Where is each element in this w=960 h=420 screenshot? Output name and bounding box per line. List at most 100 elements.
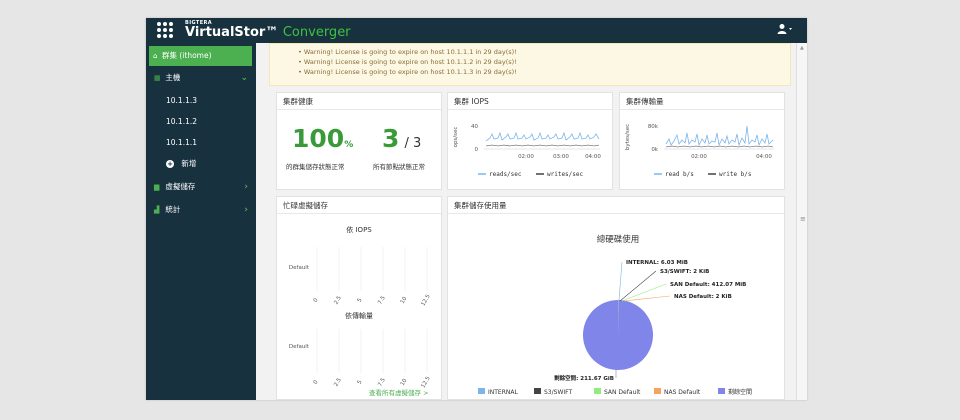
disk-usage-pie-chart: 總硬碟使用 INTERNAL: 6.03 MiB S3/SWIFT: 2 KiB S… [478, 234, 752, 396]
x-tick: 03:00 [553, 154, 569, 160]
pie-slice-4[interactable] [582, 300, 653, 370]
y-axis-label: bytes/sec [625, 124, 631, 150]
percent-value: 100 [292, 124, 345, 153]
x-tick: 02:00 [691, 154, 707, 160]
legend-label[interactable]: SAN Default [604, 389, 641, 396]
chart-title: 依傳輸量 [345, 311, 373, 320]
chart-title: 總硬碟使用 [597, 234, 640, 245]
legend-swatch[interactable] [594, 388, 601, 394]
sidebar-item-virtual-storage[interactable]: ▆ 虛擬儲存 › [146, 177, 256, 197]
home-icon: ⌂ [153, 52, 158, 60]
legend-swatch[interactable] [478, 388, 485, 394]
nodes-ok: 3 [382, 124, 400, 153]
legend-label: write b/s [719, 171, 752, 178]
view-all-storage-link[interactable]: 查看所有虛擬儲存 > [369, 387, 429, 397]
sidebar-item-host[interactable]: 10.1.1.3 [146, 91, 256, 111]
storage-usage-panel: 集群儲存使用量 總硬碟使用 INTERNAL: 6.03 MiB S3/SWIFT… [447, 196, 785, 400]
cluster-iops-panel: 集群 IOPS ops/sec 40 0 02:00 03:00 04:00 r… [447, 92, 613, 190]
sidebar-item-hosts[interactable]: ▦ 主機 ⌄ [146, 68, 256, 88]
x-tick: 7.5 [377, 295, 387, 306]
top-navbar: BIGTERA VirtualStor™ Converger [146, 18, 807, 43]
sidebar-item-label: 虛擬儲存 [165, 182, 196, 191]
chevron-down-icon: ⌄ [240, 73, 248, 83]
x-tick: 10 [400, 296, 409, 305]
sidebar-item-cluster[interactable]: ⌂ 群集 (ithome) [149, 46, 252, 66]
cluster-health-panel: 集群健康 100% 的群集儲存狀態正常 3 / 3 所有節點狀態正常 [276, 92, 442, 190]
warning-text: Warning! License is going to expire on h… [303, 68, 517, 76]
legend-swatch[interactable] [718, 388, 725, 394]
node-health-caption: 所有節點狀態正常 [373, 163, 425, 171]
legend-swatch[interactable] [654, 388, 661, 394]
writes-series-line [485, 144, 600, 147]
x-tick: 04:00 [585, 154, 601, 160]
iops-chart: ops/sec 40 0 02:00 03:00 04:00 reads/sec… [453, 124, 601, 178]
legend-label[interactable]: INTERNAL [488, 389, 518, 396]
sidebar-item-label: 群集 (ithome) [162, 51, 212, 60]
sidebar-item-add-host[interactable]: + 新增 [146, 154, 256, 174]
pie-data-label: INTERNAL: 6.03 MiB [626, 260, 688, 266]
pie-connector [621, 283, 667, 302]
disk-health-caption: 的群集儲存狀態正常 [286, 163, 345, 171]
reads-series-line [485, 131, 600, 142]
chevron-right-icon: › [244, 182, 248, 192]
x-tick: 02:00 [518, 154, 534, 160]
warning-text: Warning! License is going to expire on h… [303, 48, 517, 56]
storage-icon: ▆ [154, 183, 160, 191]
pie-data-label: S3/SWIFT: 2 KiB [660, 269, 709, 275]
sidebar: ⌂ 群集 (ithome) ▦ 主機 ⌄ 10.1.1.3 10.1.1.2 10… [146, 43, 256, 400]
sidebar-item-host[interactable]: 10.1.1.2 [146, 112, 256, 132]
pie-data-label: SAN Default: 412.07 MiB [670, 282, 746, 288]
legend-label: read b/s [665, 171, 694, 178]
node-health-ratio: 3 / 3 [382, 124, 421, 153]
x-tick: 5 [357, 379, 364, 385]
pie-connector [618, 261, 623, 301]
category-label: Default [289, 344, 310, 350]
x-tick: 5 [357, 297, 364, 303]
pie-data-label: NAS Default: 2 KiB [674, 294, 732, 300]
throughput-chart: bytes/sec 80k 0k 02:00 04:00 read b/s wr… [625, 124, 774, 178]
legend-label[interactable]: S3/SWIFT [544, 389, 573, 396]
sidebar-item-statistics[interactable]: ▟ 統計 › [146, 200, 256, 220]
vertical-scrollbar[interactable]: ▲ ≡ [796, 43, 807, 400]
x-tick: 04:00 [756, 154, 772, 160]
sidebar-item-label: 主機 [165, 73, 181, 82]
x-tick: 0 [313, 297, 320, 303]
pie-connector [623, 295, 671, 302]
scroll-grip-icon[interactable]: ≡ [800, 215, 806, 223]
legend-swatch[interactable] [534, 388, 541, 394]
bar-chart-icon: ▟ [154, 206, 160, 214]
panel-title: 集群健康 [277, 93, 441, 110]
warning-line: • Warning! License is going to expire on… [298, 58, 517, 66]
panel-title: 集群儲存使用量 [448, 197, 784, 214]
brand-title[interactable]: VirtualStor™ Converger [185, 25, 351, 40]
chart-title: 依 IOPS [346, 225, 372, 234]
write-series-line [665, 145, 774, 148]
brand-product: Converger [282, 25, 351, 40]
y-tick: 0 [475, 147, 479, 153]
plus-circle-icon: + [166, 160, 174, 168]
legend-label: reads/sec [489, 171, 522, 178]
scroll-up-icon[interactable]: ▲ [800, 45, 804, 51]
sidebar-item-host[interactable]: 10.1.1.1 [146, 133, 256, 153]
y-tick: 0k [651, 147, 658, 153]
busy-storage-panel: 忙碌虛擬儲存 依 IOPS Default 0 2.5 5 7.5 10 12.… [276, 196, 442, 400]
percent-unit: % [344, 140, 354, 150]
brand-logo-icon [157, 22, 175, 38]
category-label: Default [289, 265, 310, 271]
y-axis-label: ops/sec [453, 127, 459, 148]
x-tick: 12.5 [420, 293, 432, 307]
panel-title: 集群 IOPS [448, 93, 612, 110]
pie-data-label: 剩餘空間: 211.67 GiB [554, 374, 614, 382]
busy-storage-charts: 依 IOPS Default 0 2.5 5 7.5 10 12.5 依傳輸量 … [289, 225, 432, 389]
license-warning-alert: • Warning! License is going to expire on… [269, 43, 791, 86]
legend-label[interactable]: NAS Default [664, 389, 701, 396]
legend-label: writes/sec [547, 171, 584, 178]
sidebar-item-label: 統計 [165, 205, 181, 214]
disk-health-percent: 100% [292, 124, 353, 153]
sidebar-item-label: 新增 [181, 159, 197, 168]
x-tick: 0 [313, 379, 320, 385]
chevron-right-icon: › [244, 205, 248, 215]
x-tick: 2.5 [333, 377, 343, 388]
user-menu-button[interactable] [777, 23, 793, 37]
legend-label[interactable]: 剩餘空間 [728, 388, 752, 396]
